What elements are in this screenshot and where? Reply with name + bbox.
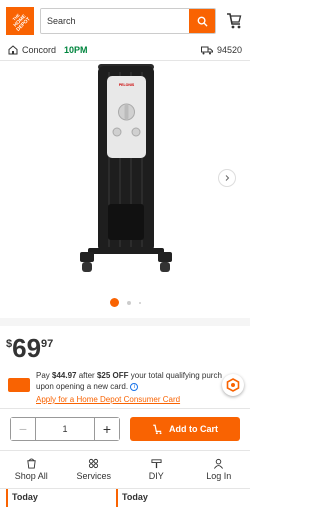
promo-text: Pay $44.97 after $25 OFF your total qual…	[36, 370, 244, 392]
truck-icon	[200, 46, 213, 54]
quantity-stepper: − 1 +	[10, 417, 120, 441]
nav-diy[interactable]: DIY	[125, 451, 188, 488]
nav-label: Shop All	[14, 471, 48, 481]
product-page: THE HOME DEPOT Concord 10PM 94520	[0, 0, 250, 507]
quantity-input[interactable]: 1	[35, 418, 95, 440]
chat-button[interactable]	[222, 374, 244, 396]
quantity-decrease-button[interactable]: −	[11, 418, 35, 440]
pagination-dot[interactable]	[126, 300, 131, 305]
store-icon	[8, 45, 18, 55]
apply-card-link[interactable]: Apply for a Home Depot Consumer Card	[36, 395, 180, 404]
product-image-gallery[interactable]: PELONIS	[8, 62, 242, 290]
promo-prefix: Pay	[36, 371, 53, 380]
info-icon[interactable]: i	[130, 382, 139, 391]
availability-option[interactable]: Today	[6, 489, 112, 507]
add-to-cart-label: Add to Cart	[169, 424, 218, 434]
price-whole: 69	[12, 333, 42, 363]
store-name: Concord	[22, 45, 57, 55]
gallery-pagination	[0, 298, 250, 307]
gallery-next-button[interactable]	[218, 169, 236, 187]
credit-card-icon	[8, 378, 30, 392]
delivery-zip[interactable]: 94520	[200, 45, 242, 55]
promo-suffix: your total qualifying purch	[128, 371, 222, 380]
header-divider	[0, 60, 250, 61]
nav-shop-all[interactable]: Shop All	[0, 451, 63, 488]
search-input[interactable]	[41, 9, 189, 33]
buy-bar: − 1 + Add to Cart	[0, 408, 250, 448]
product-image: PELONIS	[80, 64, 172, 272]
diy-icon	[151, 459, 162, 469]
home-depot-logo[interactable]: THE HOME DEPOT	[6, 7, 34, 35]
header: THE HOME DEPOT	[0, 0, 250, 42]
hexagon-icon	[226, 378, 240, 392]
cart-icon	[227, 13, 242, 29]
quantity-increase-button[interactable]: +	[95, 418, 119, 440]
brand-label: PELONIS	[119, 83, 135, 87]
shop-all-icon	[27, 458, 36, 469]
store-hours: 10PM	[64, 45, 88, 55]
nav-log-in[interactable]: Log In	[188, 451, 251, 488]
nav-label: Log In	[206, 471, 232, 481]
cart-button[interactable]	[224, 11, 244, 31]
availability-strip: Today Today	[0, 488, 250, 507]
nav-label: Services	[76, 471, 111, 481]
search-icon	[197, 16, 208, 27]
store-selector[interactable]: Concord 10PM	[8, 45, 88, 55]
add-to-cart-button[interactable]: Add to Cart	[130, 417, 240, 441]
search-button[interactable]	[189, 9, 215, 33]
product-price: $ 69 97	[6, 334, 53, 362]
nav-services[interactable]: Services	[63, 451, 126, 488]
promo-amount: $44.97	[52, 371, 77, 380]
credit-card-promo: Pay $44.97 after $25 OFF your total qual…	[8, 370, 244, 406]
store-bar: Concord 10PM 94520	[0, 42, 250, 58]
promo-discount: $25 OFF	[96, 371, 129, 380]
nav-label: DIY	[148, 471, 164, 481]
user-icon	[214, 458, 224, 469]
search-bar	[40, 8, 216, 34]
promo-line2: upon opening a new card.	[36, 382, 129, 391]
services-icon	[89, 458, 99, 469]
zip-code: 94520	[216, 45, 242, 55]
pagination-dot-active[interactable]	[109, 298, 119, 307]
chevron-right-icon	[225, 175, 230, 181]
price-cents: 97	[41, 338, 54, 350]
cart-icon	[153, 424, 162, 434]
availability-option[interactable]: Today	[116, 489, 222, 507]
bottom-navigation: Shop All Services DIY Log In	[0, 450, 250, 488]
pagination-dot[interactable]	[138, 301, 141, 304]
promo-middle: after	[76, 371, 97, 380]
section-separator	[0, 318, 250, 326]
